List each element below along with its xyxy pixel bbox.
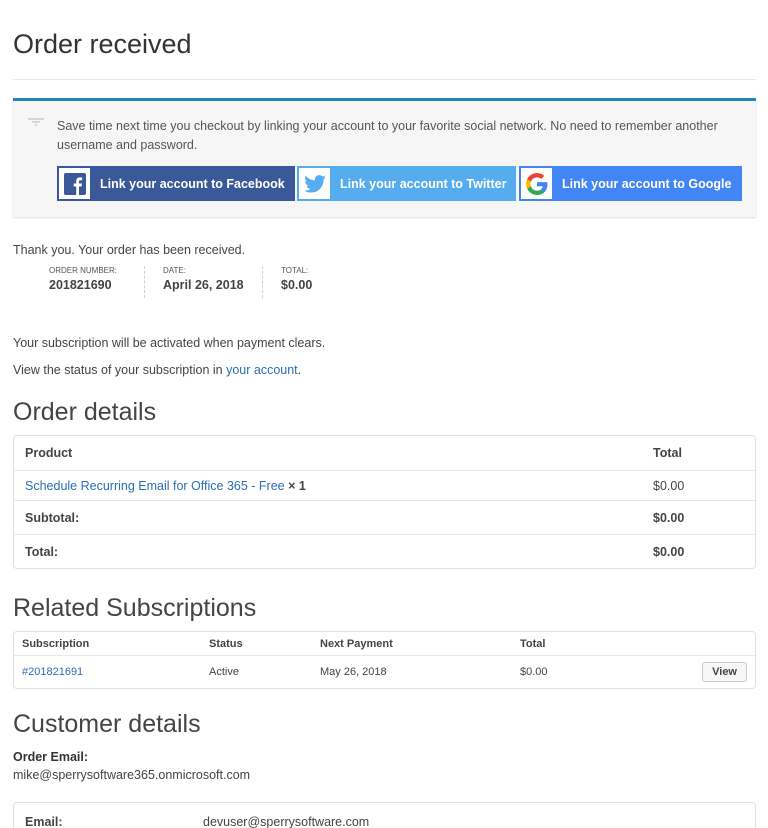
order-date: DATE: April 26, 2018 — [163, 266, 263, 298]
order-email-label: Order Email: — [13, 750, 89, 764]
subscription-activation-note: Your subscription will be activated when… — [13, 336, 326, 350]
subscription-actions: View — [572, 655, 755, 688]
related-subscriptions-table: Subscription Status Next Payment Total #… — [13, 631, 756, 689]
order-date-value: April 26, 2018 — [163, 278, 244, 292]
google-icon — [521, 168, 552, 199]
twitter-icon — [299, 168, 330, 199]
table-row: Subtotal: $0.00 — [14, 500, 755, 534]
order-details-heading: Order details — [13, 398, 157, 426]
customer-details-table: Email: devuser@sperrysoftware.com — [13, 802, 756, 828]
product-cell: Schedule Recurring Email for Office 365 … — [14, 470, 653, 500]
order-total-label: TOTAL: — [281, 266, 309, 275]
link-twitter-button[interactable]: Link your account to Twitter — [297, 166, 516, 201]
total-label: Total: — [14, 534, 653, 568]
view-subscription-button[interactable]: View — [702, 662, 747, 682]
order-total-value: $0.00 — [281, 278, 313, 292]
social-login-notice: Save time next time you checkout by link… — [13, 98, 756, 217]
order-number-value: 201821690 — [49, 278, 112, 292]
subscription-next-payment: May 26, 2018 — [312, 655, 512, 688]
social-login-message: Save time next time you checkout by link… — [57, 119, 718, 152]
thank-you-message: Thank you. Your order has been received. — [13, 243, 246, 257]
order-number: ORDER NUMBER: 201821690 — [49, 266, 145, 298]
page-title: Order received — [13, 29, 192, 59]
order-date-label: DATE: — [163, 266, 186, 275]
status-note-suffix: . — [297, 363, 302, 377]
subscription-total: $0.00 — [512, 655, 572, 688]
subscription-status: Active — [201, 655, 312, 688]
link-google-button[interactable]: Link your account to Google — [519, 166, 742, 201]
related-subscriptions-heading: Related Subscriptions — [13, 594, 257, 622]
subscription-id-cell: #201821691 — [14, 655, 201, 688]
product-quantity: × 1 — [288, 478, 306, 493]
table-row: Email: devuser@sperrysoftware.com — [14, 803, 755, 828]
table-row: Schedule Recurring Email for Office 365 … — [14, 470, 755, 500]
subscription-link[interactable]: #201821691 — [22, 666, 83, 678]
subscription-column-header: Subscription — [22, 637, 90, 650]
subscription-status-note: View the status of your subscription in … — [13, 363, 301, 377]
email-value: devuser@sperrysoftware.com — [203, 815, 370, 828]
link-facebook-label: Link your account to Facebook — [100, 176, 285, 191]
table-header-row: Product Total — [14, 436, 755, 470]
order-details-table: Product Total Schedule Recurring Email f… — [13, 435, 756, 569]
customer-details-heading: Customer details — [13, 710, 201, 738]
table-row: #201821691 Active May 26, 2018 $0.00 Vie… — [14, 655, 755, 688]
subtotal-value: $0.00 — [653, 500, 755, 534]
link-facebook-button[interactable]: Link your account to Facebook — [57, 166, 295, 201]
your-account-link[interactable]: your account — [226, 363, 298, 377]
link-twitter-label: Link your account to Twitter — [340, 176, 507, 191]
product-column-header: Product — [25, 446, 73, 460]
subtotal-label: Subtotal: — [14, 500, 653, 534]
facebook-icon — [59, 168, 90, 199]
product-total: $0.00 — [653, 470, 755, 500]
status-column-header: Status — [209, 637, 243, 650]
order-total: TOTAL: $0.00 — [281, 266, 330, 292]
total-column-header: Total — [653, 446, 682, 460]
status-note-prefix: View the status of your subscription in — [13, 363, 227, 377]
email-label: Email: — [25, 815, 63, 828]
title-divider — [13, 79, 756, 80]
table-header-row: Subscription Status Next Payment Total — [14, 632, 755, 655]
link-google-label: Link your account to Google — [562, 176, 732, 191]
total-value: $0.00 — [653, 534, 755, 568]
order-email-value: mike@sperrysoftware365.onmicrosoft.com — [13, 768, 251, 782]
next-payment-column-header: Next Payment — [320, 637, 393, 650]
actions-column-header — [572, 632, 755, 655]
table-row: Total: $0.00 — [14, 534, 755, 568]
order-number-label: ORDER NUMBER: — [49, 266, 118, 275]
total-column-header: Total — [520, 637, 546, 650]
product-link[interactable]: Schedule Recurring Email for Office 365 … — [25, 479, 285, 493]
info-icon — [27, 117, 45, 127]
